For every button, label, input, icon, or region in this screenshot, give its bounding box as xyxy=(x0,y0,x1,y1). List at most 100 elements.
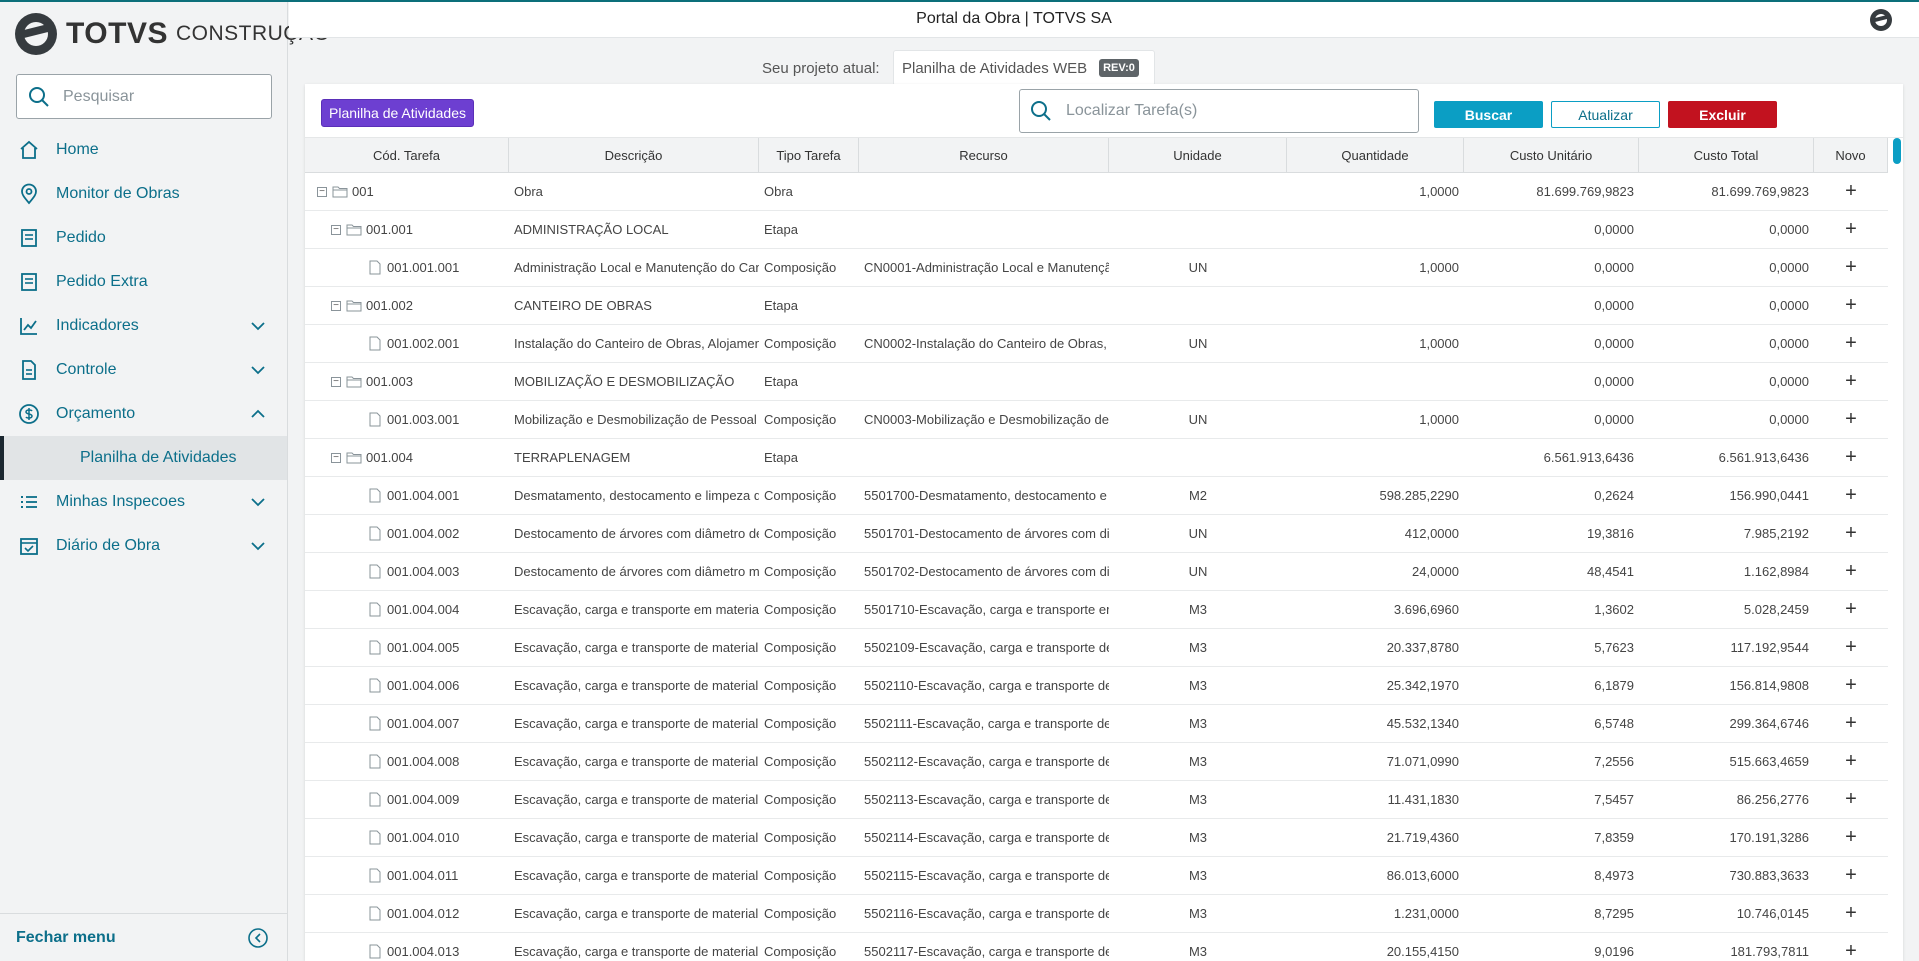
collapse-toggle-icon[interactable]: − xyxy=(317,186,327,197)
add-task-icon[interactable]: + xyxy=(1814,598,1888,621)
sidebar-item-minhas-inspecoes[interactable]: Minhas Inspecoes xyxy=(0,480,287,524)
table-row[interactable]: 001.004.003 Destocamento de árvores com d… xyxy=(305,553,1888,591)
add-task-icon[interactable]: + xyxy=(1814,522,1888,545)
table-row[interactable]: 001.004.008 Escavação, carga e transporte… xyxy=(305,743,1888,781)
collapse-toggle-icon[interactable]: − xyxy=(331,376,341,387)
file-icon xyxy=(369,906,381,921)
add-task-icon[interactable]: + xyxy=(1814,370,1888,393)
add-task-icon[interactable]: + xyxy=(1814,674,1888,697)
project-selector[interactable]: Planilha de Atividades WEB REV:0 xyxy=(893,50,1155,86)
add-task-icon[interactable]: + xyxy=(1814,788,1888,811)
add-task-icon[interactable]: + xyxy=(1814,180,1888,203)
user-profile-icon[interactable] xyxy=(1869,8,1893,32)
collapse-toggle-icon[interactable]: − xyxy=(331,300,341,311)
sidebar-item-indicadores[interactable]: Indicadores xyxy=(0,304,287,348)
chevron-up-icon[interactable] xyxy=(249,405,267,423)
table-row[interactable]: − 001 Obra Obra 1,0000 81.699.769,9823 81.699.… xyxy=(305,173,1888,211)
sidebar-item-label: Pedido Extra xyxy=(56,273,148,290)
chevron-down-icon[interactable] xyxy=(249,537,267,555)
add-task-icon[interactable]: + xyxy=(1814,826,1888,849)
add-task-icon[interactable]: + xyxy=(1814,484,1888,507)
add-task-icon[interactable]: + xyxy=(1814,560,1888,583)
add-task-icon[interactable]: + xyxy=(1814,332,1888,355)
cell-description: TERRAPLENAGEM xyxy=(514,450,631,465)
sidebar-search[interactable] xyxy=(16,74,272,119)
sidebar-item-pedido[interactable]: Pedido xyxy=(0,216,287,260)
column-header[interactable]: Quantidade xyxy=(1287,138,1464,172)
chevron-down-icon[interactable] xyxy=(249,361,267,379)
task-code: 001.004.006 xyxy=(387,678,460,693)
table-row[interactable]: 001.004.005 Escavação, carga e transporte… xyxy=(305,629,1888,667)
collapse-menu-icon[interactable] xyxy=(247,927,269,949)
add-task-icon[interactable]: + xyxy=(1814,940,1888,961)
sidebar-item-monitor-de-obras[interactable]: Monitor de Obras xyxy=(0,172,287,216)
refresh-button[interactable]: Atualizar xyxy=(1551,101,1660,128)
column-header[interactable]: Descrição xyxy=(509,138,759,172)
table-row[interactable]: − 001.004 TERRAPLENAGEM Etapa 6.561.913,6436… xyxy=(305,439,1888,477)
table-row[interactable]: − 001.002 CANTEIRO DE OBRAS Etapa 0,0000 0,00… xyxy=(305,287,1888,325)
column-header[interactable]: Novo xyxy=(1814,138,1888,172)
task-code: 001.004.005 xyxy=(387,640,460,655)
collapse-toggle-icon[interactable]: − xyxy=(331,224,341,235)
sidebar-search-input[interactable] xyxy=(63,87,263,106)
sidebar-item-planilha-de-atividades[interactable]: Planilha de Atividades xyxy=(0,436,287,480)
search-button[interactable]: Buscar xyxy=(1434,101,1543,128)
sidebar-item-pedido-extra[interactable]: Pedido Extra xyxy=(0,260,287,304)
cell-total-cost: 0,0000 xyxy=(1769,222,1809,237)
logo[interactable]: TOTVS CONSTRUÇÃO xyxy=(14,12,330,56)
add-task-icon[interactable]: + xyxy=(1814,218,1888,241)
collapse-toggle-icon[interactable]: − xyxy=(331,452,341,463)
table-row[interactable]: 001.004.004 Escavação, carga e transporte… xyxy=(305,591,1888,629)
add-task-icon[interactable]: + xyxy=(1814,294,1888,317)
add-task-icon[interactable]: + xyxy=(1814,864,1888,887)
table-row[interactable]: 001.004.002 Destocamento de árvores com d… xyxy=(305,515,1888,553)
add-task-icon[interactable]: + xyxy=(1814,256,1888,279)
chevron-down-icon[interactable] xyxy=(249,317,267,335)
sidebar-item-home[interactable]: Home xyxy=(0,128,287,172)
table-row[interactable]: 001.004.007 Escavação, carga e transporte… xyxy=(305,705,1888,743)
column-header[interactable]: Custo Unitário xyxy=(1464,138,1639,172)
table-row[interactable]: − 001.001 ADMINISTRAÇÃO LOCAL Etapa 0,0000 0,… xyxy=(305,211,1888,249)
file-icon xyxy=(369,716,381,731)
add-task-icon[interactable]: + xyxy=(1814,902,1888,925)
chevron-down-icon[interactable] xyxy=(249,493,267,511)
delete-button[interactable]: Excluir xyxy=(1668,101,1777,128)
cell-unit-cost: 6,1879 xyxy=(1594,678,1634,693)
sidebar-item-orcamento[interactable]: Orçamento xyxy=(0,392,287,436)
cell-total-cost: 0,0000 xyxy=(1769,298,1809,313)
cell-task-type: Composição xyxy=(764,564,837,579)
cell-description: Escavação, carga e transporte de materia… xyxy=(514,716,759,731)
column-header[interactable]: Tipo Tarefa xyxy=(759,138,859,172)
vertical-scrollbar[interactable] xyxy=(1892,138,1902,961)
cell-quantity: 1,0000 xyxy=(1419,260,1459,275)
column-header[interactable]: Recurso xyxy=(859,138,1109,172)
file-icon xyxy=(369,602,381,617)
column-header[interactable]: Cód. Tarefa xyxy=(305,138,509,172)
table-row[interactable]: 001.004.012 Escavação, carga e transporte… xyxy=(305,895,1888,933)
add-task-icon[interactable]: + xyxy=(1814,446,1888,469)
table-row[interactable]: 001.003.001 Mobilização e Desmobilização … xyxy=(305,401,1888,439)
task-search-input[interactable] xyxy=(1066,102,1406,120)
add-task-icon[interactable]: + xyxy=(1814,712,1888,735)
table-row[interactable]: 001.002.001 Instalação do Canteiro de Obr… xyxy=(305,325,1888,363)
task-search[interactable] xyxy=(1019,89,1419,133)
tab-planilha-de-atividades[interactable]: Planilha de Atividades xyxy=(321,99,474,127)
table-row[interactable]: 001.001.001 Administração Local e Manuten… xyxy=(305,249,1888,287)
scrollbar-thumb[interactable] xyxy=(1893,138,1901,164)
table-row[interactable]: 001.004.001 Desmatamento, destocamento e … xyxy=(305,477,1888,515)
table-row[interactable]: 001.004.010 Escavação, carga e transporte… xyxy=(305,819,1888,857)
table-row[interactable]: − 001.003 MOBILIZAÇÃO E DESMOBILIZAÇÃO Etap… xyxy=(305,363,1888,401)
add-task-icon[interactable]: + xyxy=(1814,750,1888,773)
table-row[interactable]: 001.004.009 Escavação, carga e transporte… xyxy=(305,781,1888,819)
add-task-icon[interactable]: + xyxy=(1814,636,1888,659)
sidebar-item-controle[interactable]: Controle xyxy=(0,348,287,392)
table-row[interactable]: 001.004.006 Escavação, carga e transporte… xyxy=(305,667,1888,705)
close-menu-button[interactable]: Fechar menu xyxy=(0,913,287,961)
add-task-icon[interactable]: + xyxy=(1814,408,1888,431)
table-row[interactable]: 001.004.013 Escavação, carga e transporte… xyxy=(305,933,1888,961)
table-row[interactable]: 001.004.011 Escavação, carga e transporte… xyxy=(305,857,1888,895)
column-header[interactable]: Unidade xyxy=(1109,138,1287,172)
sidebar-item-diario-de-obra[interactable]: Diário de Obra xyxy=(0,524,287,568)
cell-unit: M3 xyxy=(1188,830,1208,845)
column-header[interactable]: Custo Total xyxy=(1639,138,1814,172)
